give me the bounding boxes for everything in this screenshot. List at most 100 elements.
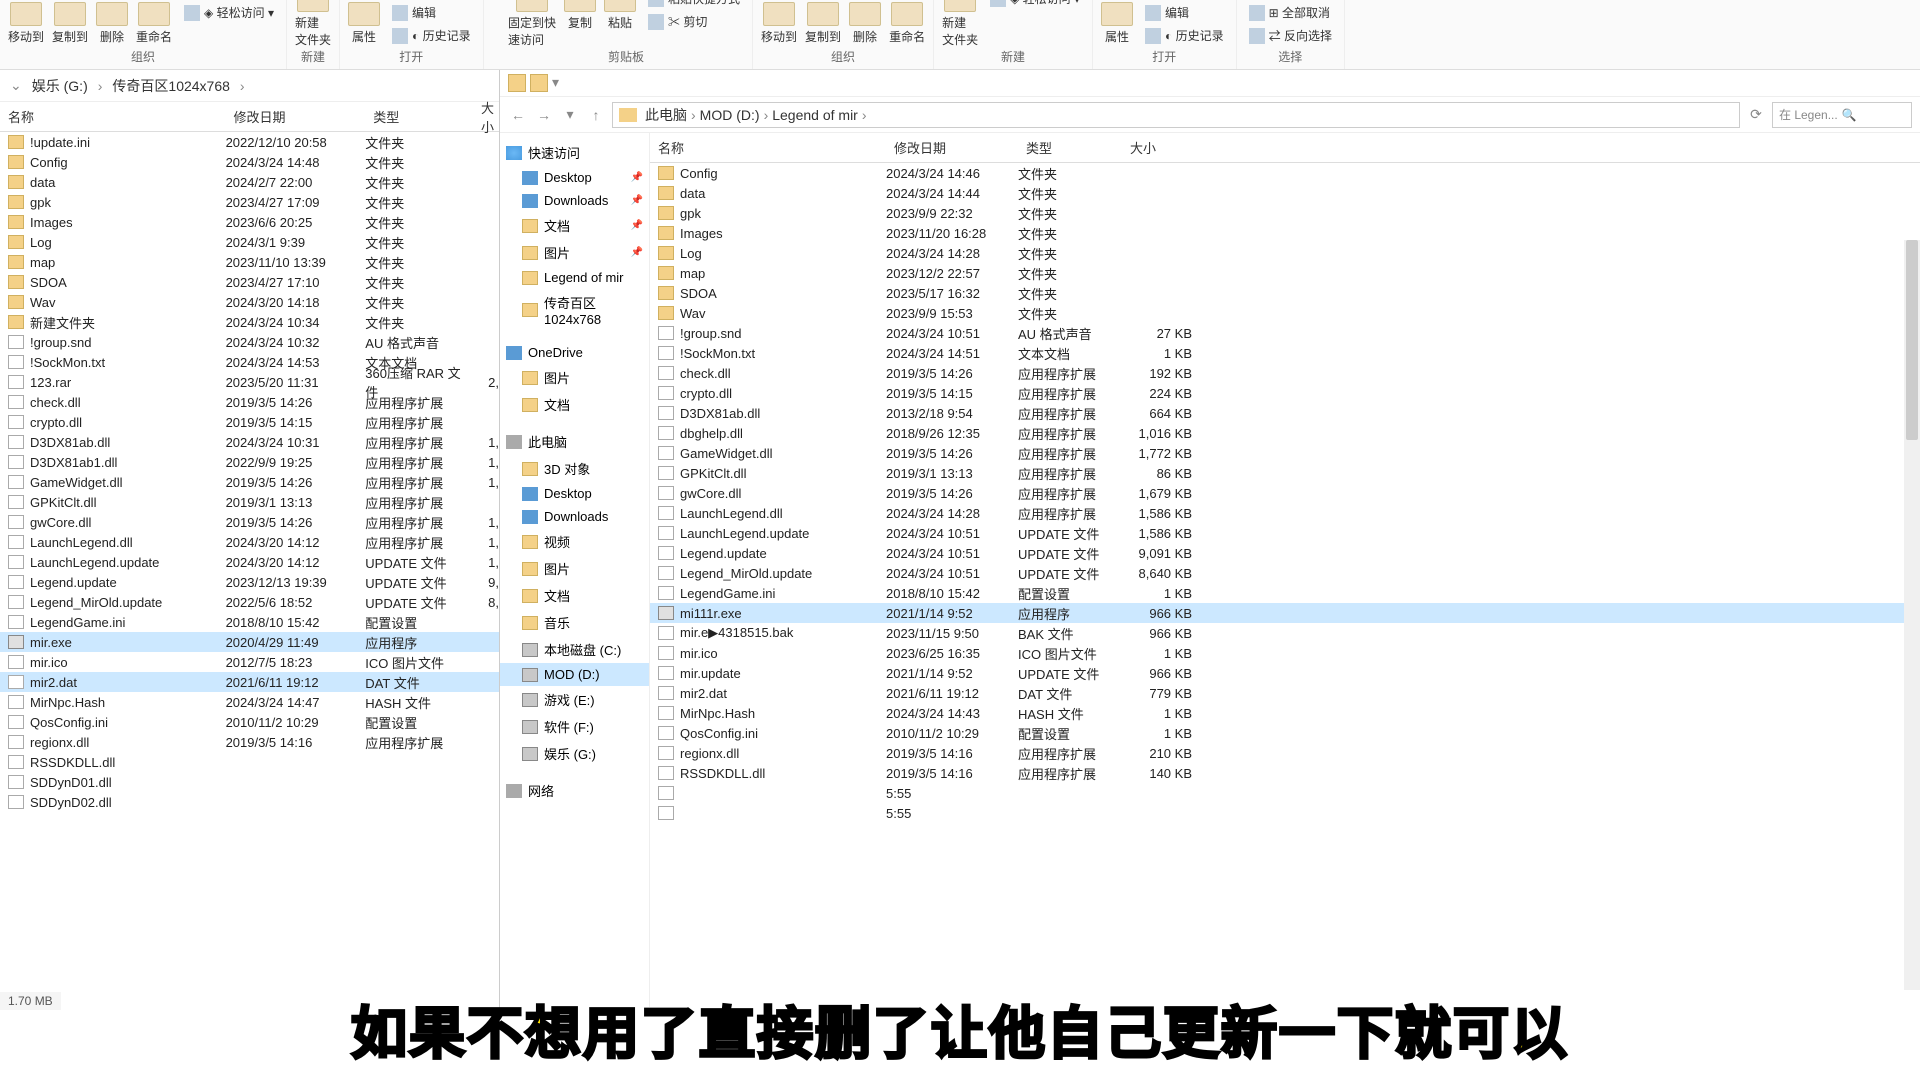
nav-item[interactable]: MOD (D:) bbox=[500, 663, 649, 686]
qat-icon[interactable] bbox=[508, 74, 526, 92]
file-row[interactable]: Legend_MirOld.update2024/3/24 10:51UPDAT… bbox=[650, 563, 1920, 583]
nav-item[interactable]: 音乐 bbox=[500, 609, 649, 636]
file-row[interactable]: RSSDKDLL.dll2019/3/5 14:16应用程序扩展140 KB bbox=[650, 763, 1920, 783]
file-row[interactable]: mir.ico2023/6/25 16:35ICO 图片文件1 KB bbox=[650, 643, 1920, 663]
column-header-type[interactable]: 类型 bbox=[365, 107, 473, 126]
file-row[interactable]: mir.e▶4318515.bak2023/11/15 9:50BAK 文件96… bbox=[650, 623, 1920, 643]
back-button[interactable]: ← bbox=[508, 105, 528, 125]
file-row[interactable]: gpk2023/4/27 17:09文件夹 bbox=[0, 192, 499, 212]
ribbon-button[interactable]: 新建 文件夹 bbox=[295, 0, 331, 48]
breadcrumb-item[interactable]: Legend of mir bbox=[770, 107, 860, 123]
nav-item[interactable]: 此电脑 bbox=[500, 428, 649, 455]
file-row[interactable]: check.dll2019/3/5 14:26应用程序扩展 bbox=[0, 392, 499, 412]
nav-item[interactable]: 文档 bbox=[500, 391, 649, 418]
file-row[interactable]: SDOA2023/4/27 17:10文件夹 bbox=[0, 272, 499, 292]
ribbon-small-button[interactable]: ◈ 轻松访问 ▾ bbox=[180, 2, 278, 23]
file-row[interactable]: 123.rar2023/5/20 11:31360压缩 RAR 文件2, bbox=[0, 372, 499, 392]
nav-item[interactable]: 视频 bbox=[500, 528, 649, 555]
file-row[interactable]: Log2024/3/1 9:39文件夹 bbox=[0, 232, 499, 252]
file-row[interactable]: regionx.dll2019/3/5 14:16应用程序扩展210 KB bbox=[650, 743, 1920, 763]
file-row[interactable]: mir2.dat2021/6/11 19:12DAT 文件779 KB bbox=[650, 683, 1920, 703]
file-row[interactable]: map2023/11/10 13:39文件夹 bbox=[0, 252, 499, 272]
file-row[interactable]: LaunchLegend.update2024/3/20 14:12UPDATE… bbox=[0, 552, 499, 572]
column-header-date[interactable]: 修改日期 bbox=[886, 138, 1018, 157]
nav-item[interactable]: 游戏 (E:) bbox=[500, 686, 649, 713]
nav-item[interactable]: 软件 (F:) bbox=[500, 713, 649, 740]
file-row[interactable]: Legend.update2023/12/13 19:39UPDATE 文件9, bbox=[0, 572, 499, 592]
file-row[interactable]: GPKitClt.dll2019/3/1 13:13应用程序扩展86 KB bbox=[650, 463, 1920, 483]
breadcrumb-root[interactable]: ⌄ bbox=[8, 77, 24, 94]
file-row[interactable]: RSSDKDLL.dll bbox=[0, 752, 499, 772]
file-row[interactable]: data2024/3/24 14:44文件夹 bbox=[650, 183, 1920, 203]
nav-item[interactable]: 图片 bbox=[500, 364, 649, 391]
file-row[interactable]: LegendGame.ini2018/8/10 15:42配置设置 bbox=[0, 612, 499, 632]
file-row[interactable]: Log2024/3/24 14:28文件夹 bbox=[650, 243, 1920, 263]
file-row[interactable]: MirNpc.Hash2024/3/24 14:47HASH 文件 bbox=[0, 692, 499, 712]
column-header-name[interactable]: 名称 bbox=[650, 138, 886, 157]
ribbon-small-button[interactable]: 编辑 bbox=[1141, 2, 1228, 23]
file-row[interactable]: gwCore.dll2019/3/5 14:26应用程序扩展1,679 KB bbox=[650, 483, 1920, 503]
file-row[interactable]: SDDynD02.dll bbox=[0, 792, 499, 812]
ribbon-small-button[interactable]: ⇄ 反向选择 bbox=[1245, 25, 1336, 46]
file-row[interactable]: Legend_MirOld.update2022/5/6 18:52UPDATE… bbox=[0, 592, 499, 612]
nav-item[interactable]: 图片📌 bbox=[500, 239, 649, 266]
ribbon-button[interactable]: 移动到 bbox=[761, 2, 797, 45]
file-row[interactable]: Config2024/3/24 14:48文件夹 bbox=[0, 152, 499, 172]
column-header-size[interactable]: 大小 bbox=[473, 98, 499, 136]
nav-item[interactable]: Desktop bbox=[500, 482, 649, 505]
file-row[interactable]: mir.ico2012/7/5 18:23ICO 图片文件 bbox=[0, 652, 499, 672]
file-row[interactable]: !group.snd2024/3/24 10:51AU 格式声音27 KB bbox=[650, 323, 1920, 343]
search-input[interactable]: 在 Legen... 🔍 bbox=[1772, 102, 1912, 128]
file-row[interactable]: Legend.update2024/3/24 10:51UPDATE 文件9,0… bbox=[650, 543, 1920, 563]
file-row[interactable]: D3DX81ab1.dll2022/9/9 19:25应用程序扩展1, bbox=[0, 452, 499, 472]
file-row[interactable]: QosConfig.ini2010/11/2 10:29配置设置 bbox=[0, 712, 499, 732]
ribbon-small-button[interactable]: ◐ 历史记录 bbox=[388, 25, 475, 46]
column-header-name[interactable]: 名称 bbox=[0, 107, 226, 126]
ribbon-small-button[interactable]: 编辑 bbox=[388, 2, 475, 23]
file-row[interactable]: GameWidget.dll2019/3/5 14:26应用程序扩展1,772 … bbox=[650, 443, 1920, 463]
file-row[interactable]: gpk2023/9/9 22:32文件夹 bbox=[650, 203, 1920, 223]
ribbon-button[interactable]: 重命名 bbox=[889, 2, 925, 45]
file-row[interactable]: gwCore.dll2019/3/5 14:26应用程序扩展1, bbox=[0, 512, 499, 532]
file-row[interactable]: crypto.dll2019/3/5 14:15应用程序扩展224 KB bbox=[650, 383, 1920, 403]
file-row[interactable]: D3DX81ab.dll2013/2/18 9:54应用程序扩展664 KB bbox=[650, 403, 1920, 423]
up-button[interactable]: ↑ bbox=[586, 105, 606, 125]
ribbon-small-button[interactable]: ◈ 轻松访问 ▾ bbox=[986, 0, 1084, 9]
nav-item[interactable]: 快速访问 bbox=[500, 139, 649, 166]
nav-item[interactable]: 本地磁盘 (C:) bbox=[500, 636, 649, 663]
file-row[interactable]: QosConfig.ini2010/11/2 10:29配置设置1 KB bbox=[650, 723, 1920, 743]
nav-item[interactable]: 3D 对象 bbox=[500, 455, 649, 482]
ribbon-button[interactable]: 属性 bbox=[1101, 2, 1133, 45]
ribbon-button[interactable]: 复制 bbox=[564, 0, 596, 31]
file-row[interactable]: regionx.dll2019/3/5 14:16应用程序扩展 bbox=[0, 732, 499, 752]
nav-item[interactable]: Downloads bbox=[500, 505, 649, 528]
ribbon-button[interactable]: 删除 bbox=[96, 2, 128, 45]
ribbon-button[interactable]: 删除 bbox=[849, 2, 881, 45]
nav-item[interactable]: 图片 bbox=[500, 555, 649, 582]
address-box[interactable]: 此电脑›MOD (D:)›Legend of mir› bbox=[612, 102, 1740, 128]
column-header-date[interactable]: 修改日期 bbox=[226, 107, 366, 126]
file-row[interactable]: MirNpc.Hash2024/3/24 14:43HASH 文件1 KB bbox=[650, 703, 1920, 723]
file-row[interactable]: LegendGame.ini2018/8/10 15:42配置设置1 KB bbox=[650, 583, 1920, 603]
file-row[interactable]: Images2023/6/6 20:25文件夹 bbox=[0, 212, 499, 232]
qat-dropdown[interactable]: ▾ bbox=[552, 74, 559, 92]
file-row[interactable]: data2024/2/7 22:00文件夹 bbox=[0, 172, 499, 192]
ribbon-button[interactable]: 复制到 bbox=[805, 2, 841, 45]
ribbon-button[interactable]: 固定到快 速访问 bbox=[508, 0, 556, 48]
nav-item[interactable]: Desktop📌 bbox=[500, 166, 649, 189]
ribbon-small-button[interactable]: 粘贴快捷方式 bbox=[644, 0, 744, 9]
file-row[interactable]: Images2023/11/20 16:28文件夹 bbox=[650, 223, 1920, 243]
breadcrumb-item[interactable]: MOD (D:) bbox=[698, 107, 762, 123]
ribbon-button[interactable]: 属性 bbox=[348, 2, 380, 45]
file-row[interactable]: check.dll2019/3/5 14:26应用程序扩展192 KB bbox=[650, 363, 1920, 383]
breadcrumb-item[interactable]: 此电脑 bbox=[643, 105, 689, 125]
breadcrumb-item[interactable]: 娱乐 (G:) bbox=[30, 76, 90, 96]
nav-item[interactable]: 传奇百区1024x768 bbox=[500, 289, 649, 331]
file-row[interactable]: GPKitClt.dll2019/3/1 13:13应用程序扩展 bbox=[0, 492, 499, 512]
qat-icon[interactable] bbox=[530, 74, 548, 92]
ribbon-button[interactable]: 新建 文件夹 bbox=[942, 0, 978, 48]
nav-item[interactable]: OneDrive bbox=[500, 341, 649, 364]
refresh-button[interactable]: ⟳ bbox=[1746, 105, 1766, 125]
file-row[interactable]: crypto.dll2019/3/5 14:15应用程序扩展 bbox=[0, 412, 499, 432]
ribbon-button[interactable]: 重命名 bbox=[136, 2, 172, 45]
